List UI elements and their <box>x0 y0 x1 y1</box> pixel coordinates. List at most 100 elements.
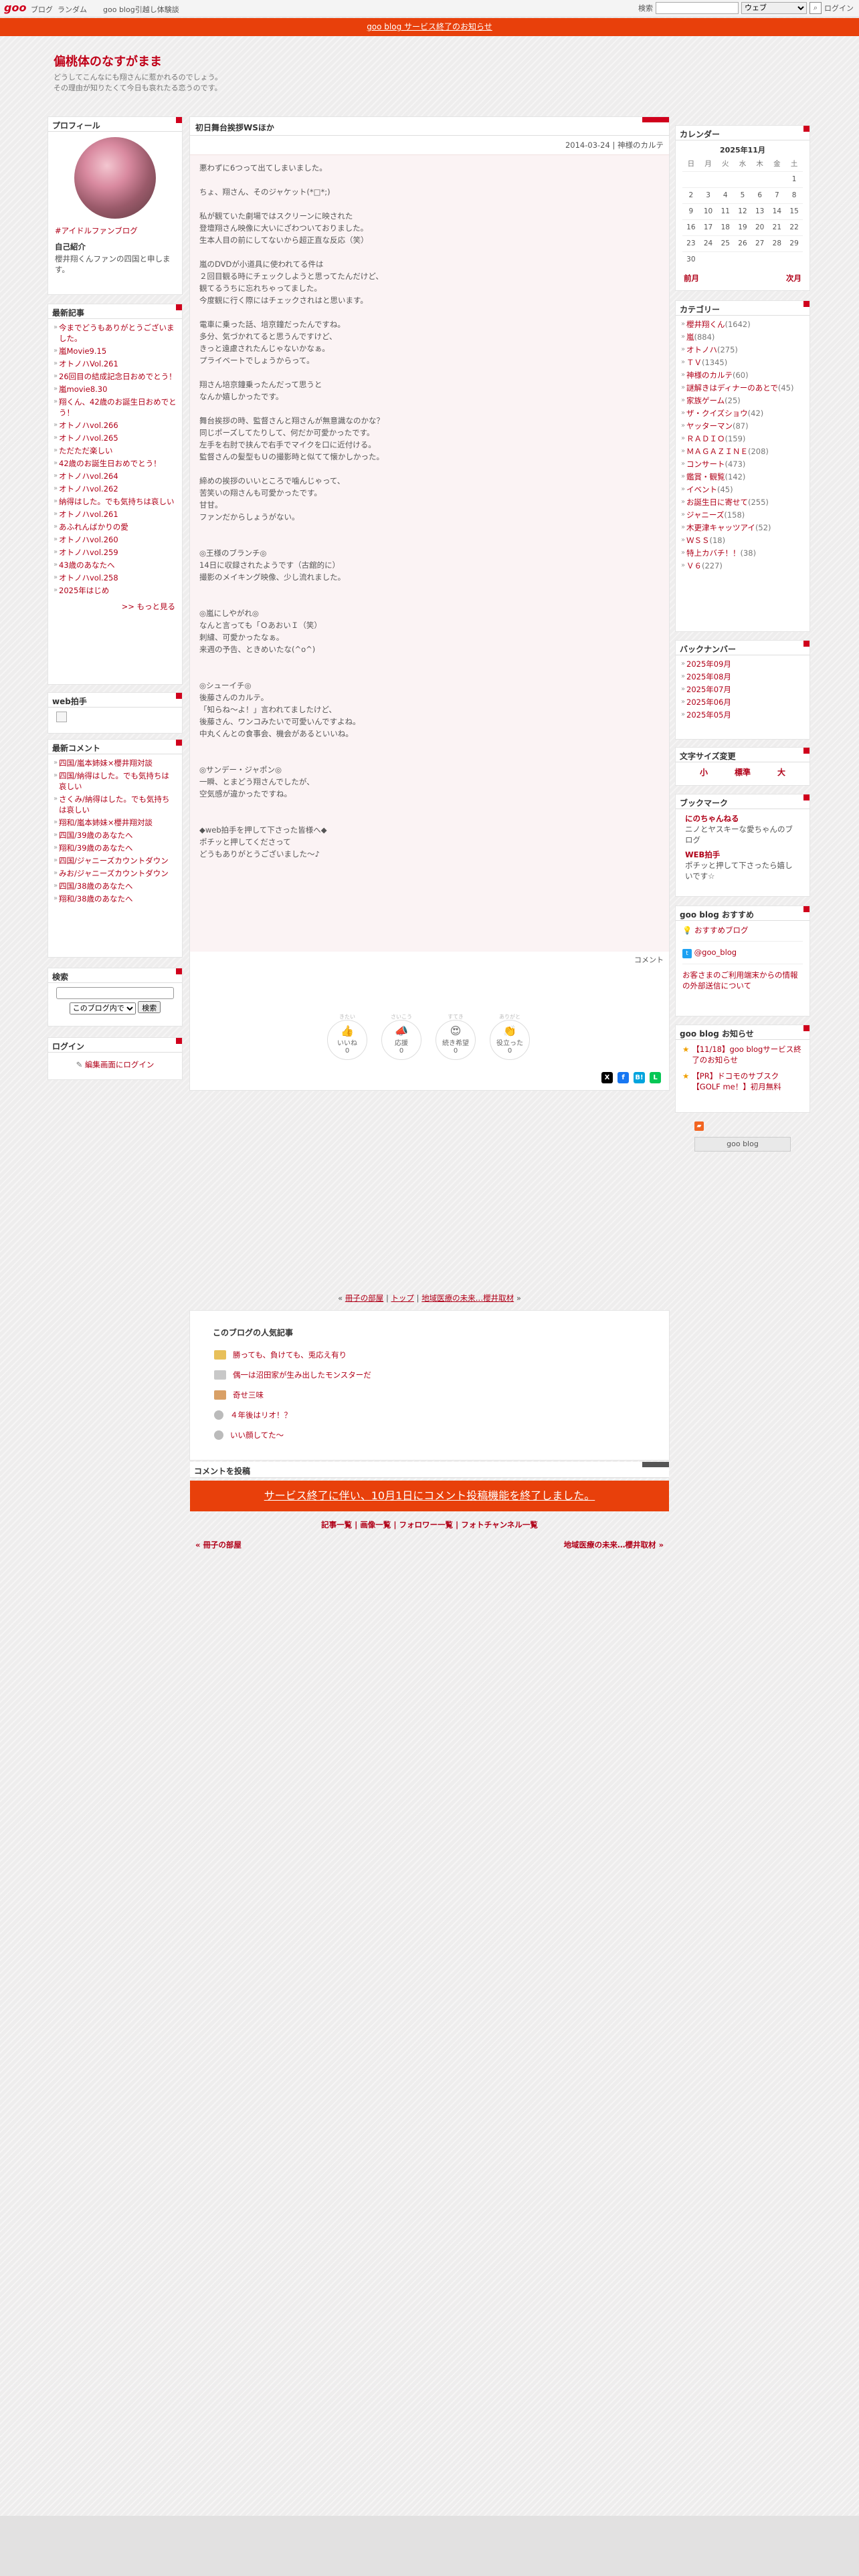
popular-article-link[interactable]: 奇せ三味 <box>233 1390 264 1400</box>
category-link[interactable]: 神様のカルテ <box>686 370 733 380</box>
share-hatena-icon[interactable]: B! <box>634 1072 645 1083</box>
recent-comment-link[interactable]: 四国/納得はした。でも気持ちは哀しい <box>59 771 169 791</box>
category-link[interactable]: 特上カバチ！！ <box>686 548 741 558</box>
category-link[interactable]: Ｖ６ <box>686 561 702 570</box>
nav-link-random[interactable]: ランダム <box>58 4 87 15</box>
oshirase-link[interactable]: 【PR】ドコモのサブスク【GOLF me！】初月無料 <box>692 1071 803 1092</box>
reaction-circle[interactable]: 📣 応援 0 <box>381 1020 421 1060</box>
share-line-icon[interactable]: L <box>650 1072 661 1083</box>
reaction-circle[interactable]: 👍 いいね 0 <box>327 1020 367 1060</box>
recent-article-link[interactable]: オトノハvol.261 <box>59 510 118 519</box>
reaction-button[interactable]: すてき 😍 続き希望 0 <box>436 1013 476 1060</box>
reaction-button[interactable]: ありがと 👏 役立った 0 <box>490 1013 530 1060</box>
recent-article-link[interactable]: 翔くん、42歳のお誕生日おめでとう！ <box>59 397 177 417</box>
recent-comment-link[interactable]: 翔和/嵐本姉妹×櫻井翔対談 <box>59 818 153 827</box>
reaction-circle[interactable]: 👏 役立った 0 <box>490 1020 530 1060</box>
pager-prev[interactable]: « 冊子の部屋 <box>195 1539 242 1550</box>
nav-link-migration[interactable]: goo blog引越し体験談 <box>103 4 179 15</box>
recent-article-link[interactable]: オトノハvol.260 <box>59 535 118 544</box>
profile-avatar[interactable] <box>74 137 156 219</box>
category-link[interactable]: ザ・クイズショウ <box>686 409 748 418</box>
category-link[interactable]: 櫻井翔くん <box>686 320 725 329</box>
category-link[interactable]: 家族ゲーム <box>686 396 725 405</box>
recent-article-link[interactable]: オトノハvol.266 <box>59 421 118 430</box>
reaction-button[interactable]: きたい 👍 いいね 0 <box>327 1013 367 1060</box>
photo-channel-link[interactable]: フォトチャンネル一覧 <box>461 1520 538 1529</box>
comment-link[interactable]: コメント <box>190 952 669 968</box>
backnumber-link[interactable]: 2025年07月 <box>686 685 731 694</box>
category-link[interactable]: 鑑賞・観覧 <box>686 472 725 481</box>
search-icon[interactable]: ⌕ <box>809 2 822 14</box>
recent-article-link[interactable]: オトノハvol.265 <box>59 433 118 443</box>
login-link[interactable]: ログイン <box>824 3 854 13</box>
recent-article-link[interactable]: 43歳のあなたへ <box>59 560 115 570</box>
recommended-blog-link[interactable]: おすすめブログ <box>694 926 749 935</box>
pager-next[interactable]: 地域医療の未来…櫻井取材 » <box>564 1539 664 1550</box>
backnumber-link[interactable]: 2025年09月 <box>686 659 731 669</box>
category-link[interactable]: ＭＡＧＡＺＩＮＥ <box>686 447 748 456</box>
category-link[interactable]: お誕生日に寄せて <box>686 498 748 507</box>
category-link[interactable]: ＲＡＤＩＯ <box>686 434 725 443</box>
blog-search-scope[interactable]: このブログ内で <box>69 1002 136 1014</box>
nav-link-blog[interactable]: ブログ <box>31 4 53 15</box>
articles-list-link[interactable]: 記事一覧 <box>321 1520 352 1529</box>
goo-blog-footer-badge[interactable]: goo blog <box>694 1137 791 1152</box>
recent-article-link[interactable]: 2025年はじめ <box>59 586 109 595</box>
blog-title[interactable]: 偏桃体のなすがまま <box>54 52 162 70</box>
category-link[interactable]: ＴＶ <box>686 358 702 367</box>
recent-article-link[interactable]: 納得はした。でも気持ちは哀しい <box>59 497 175 506</box>
web-clap-image[interactable] <box>56 712 67 722</box>
search-input[interactable] <box>656 2 739 14</box>
popular-article-link[interactable]: 偶一は沼田家が生み出したモンスターだ <box>233 1370 371 1380</box>
comment-closed-link[interactable]: サービス終了に伴い、10月1日にコメント投稿機能を終了しました。 <box>264 1489 595 1502</box>
rss-icon[interactable]: ▰ <box>694 1121 704 1131</box>
goo-logo[interactable]: goo <box>4 1 26 14</box>
category-link[interactable]: ＷＳＳ <box>686 536 710 545</box>
followers-list-link[interactable]: フォロワー一覧 <box>399 1520 454 1529</box>
category-link[interactable]: 謎解きはディナーのあとで <box>686 383 778 393</box>
font-size-small[interactable]: 小 <box>700 766 708 778</box>
images-list-link[interactable]: 画像一覧 <box>360 1520 391 1529</box>
topnav-prev-link[interactable]: 冊子の部屋 <box>345 1293 384 1303</box>
admin-login-link[interactable]: 編集画面にログイン <box>85 1060 155 1069</box>
reaction-button[interactable]: さいこう 📣 応援 0 <box>381 1013 421 1060</box>
share-x-icon[interactable]: X <box>601 1072 613 1083</box>
goo-blog-twitter-link[interactable]: @goo_blog <box>694 948 737 957</box>
entry-title[interactable]: 初日舞台挨拶WSほか <box>190 117 669 136</box>
blog-search-input[interactable] <box>56 987 174 999</box>
share-facebook-icon[interactable]: f <box>617 1072 629 1083</box>
service-end-link[interactable]: goo blog サービス終了のお知らせ <box>367 22 492 31</box>
recent-article-link[interactable]: 26回目の結成記念日おめでとう！ <box>59 372 177 381</box>
backnumber-link[interactable]: 2025年06月 <box>686 697 731 707</box>
topnav-top-link[interactable]: トップ <box>391 1293 415 1303</box>
font-size-large[interactable]: 大 <box>777 766 785 778</box>
search-scope-select[interactable]: ウェブ <box>741 2 807 14</box>
profile-tag-link[interactable]: #アイドルファンブログ <box>48 223 182 239</box>
external-transmission-link[interactable]: お客さまのご利用端末からの情報の外部送信について <box>682 964 803 991</box>
category-link[interactable]: イベント <box>686 485 717 494</box>
more-articles-link[interactable]: >> もっと見る <box>48 600 182 615</box>
recent-article-link[interactable]: 嵐Movie9.15 <box>59 346 106 356</box>
backnumber-link[interactable]: 2025年05月 <box>686 710 731 720</box>
recent-article-link[interactable]: オトノハvol.262 <box>59 484 118 494</box>
font-size-normal[interactable]: 標準 <box>735 766 751 778</box>
recent-comment-link[interactable]: さくみ/納得はした。でも気持ちは哀しい <box>59 794 169 815</box>
calendar-next-month[interactable]: 次月 <box>786 273 801 284</box>
recent-article-link[interactable]: 嵐movie8.30 <box>59 385 107 394</box>
oshirase-link[interactable]: 【11/18】goo blogサービス終了のお知らせ <box>692 1044 803 1065</box>
popular-article-link[interactable]: 勝っても、負けても、兎応え有り <box>233 1350 347 1360</box>
recent-comment-link[interactable]: 四国/ジャニーズカウントダウン <box>59 856 169 865</box>
popular-article-link[interactable]: ４年後はリオ！？ <box>230 1410 292 1420</box>
topnav-next-link[interactable]: 地域医療の未来…櫻井取材 <box>421 1293 514 1303</box>
backnumber-link[interactable]: 2025年08月 <box>686 672 731 681</box>
bookmark-title[interactable]: にのちゃんねる <box>685 813 800 824</box>
recent-article-link[interactable]: ただただ楽しい <box>59 446 113 455</box>
category-link[interactable]: オトノハ <box>686 345 717 354</box>
recent-comment-link[interactable]: 四国/39歳のあなたへ <box>59 831 133 840</box>
recent-comment-link[interactable]: みお/ジャニーズカウントダウン <box>59 869 169 878</box>
recent-article-link[interactable]: あふれんばかりの愛 <box>59 522 128 532</box>
calendar-prev-month[interactable]: 前月 <box>684 273 699 284</box>
category-link[interactable]: ジャニーズ <box>686 510 724 520</box>
recent-comment-link[interactable]: 翔和/38歳のあなたへ <box>59 894 133 903</box>
popular-article-link[interactable]: いい顔してた～ <box>230 1430 284 1440</box>
